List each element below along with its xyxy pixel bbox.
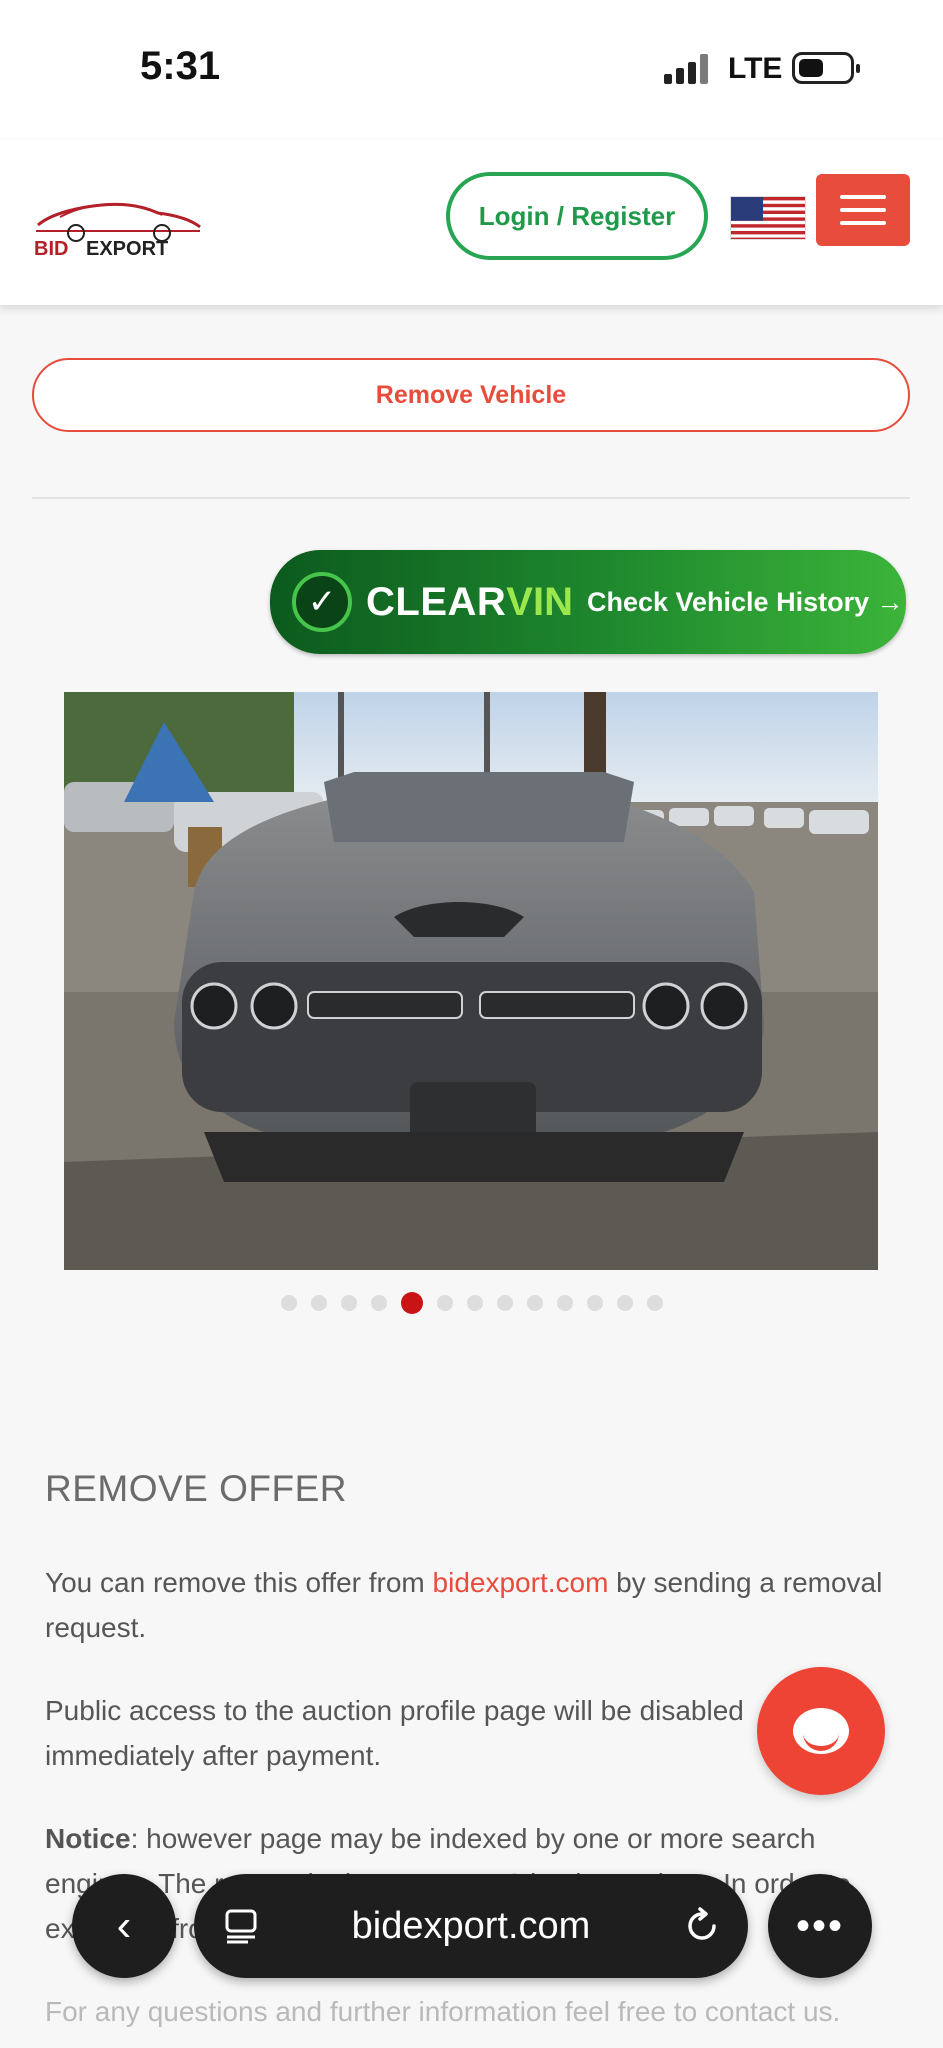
signal-icon <box>664 54 712 84</box>
svg-text:BID: BID <box>34 238 68 259</box>
gallery-dot[interactable] <box>436 1295 453 1311</box>
gallery-dot[interactable] <box>340 1295 357 1311</box>
paragraph-remove: You can remove this offer from bidexport… <box>45 1567 883 1643</box>
gallery-dot[interactable] <box>310 1295 327 1311</box>
gallery-dot[interactable] <box>646 1295 663 1311</box>
clearvin-clear-text: CLEAR <box>366 579 507 624</box>
gallery-dot[interactable] <box>466 1295 483 1311</box>
site-header: BID EXPORT Login / Register <box>0 140 943 305</box>
back-button[interactable]: ‹ <box>72 1874 176 1978</box>
status-bar: 5:31 LTE <box>0 0 943 140</box>
gallery-dot[interactable] <box>496 1295 513 1311</box>
login-register-button[interactable]: Login / Register <box>446 172 708 260</box>
clearvin-vin-text: VIN <box>506 579 573 624</box>
gallery-dot[interactable] <box>556 1295 573 1311</box>
section-title: REMOVE OFFER <box>45 1468 348 1509</box>
bid-export-logo[interactable]: BID EXPORT <box>30 195 206 260</box>
address-bar[interactable]: bidexport.com <box>194 1874 748 1978</box>
menu-button[interactable] <box>816 174 910 246</box>
gallery-dot[interactable] <box>280 1295 297 1311</box>
us-flag-icon[interactable] <box>730 196 806 240</box>
gallery-pagination <box>0 1292 943 1314</box>
clearvin-banner[interactable]: ✓ CLEAR VIN Check Vehicle History → <box>270 550 906 654</box>
paragraph-contact: For any questions and further informatio… <box>45 1996 841 2027</box>
chat-button[interactable] <box>757 1667 885 1795</box>
more-button[interactable]: ••• <box>768 1874 872 1978</box>
url-text: bidexport.com <box>351 1904 591 1947</box>
more-icon: ••• <box>795 1903 844 1948</box>
gallery-dot[interactable] <box>586 1295 603 1311</box>
notice-label: Notice <box>45 1823 131 1854</box>
clearvin-tagline: Check Vehicle History → <box>586 586 904 617</box>
bidexport-link[interactable]: bidexport.com <box>433 1567 609 1598</box>
check-icon: ✓ <box>292 572 352 632</box>
reload-icon[interactable] <box>682 1906 722 1946</box>
remove-vehicle-button[interactable]: Remove Vehicle <box>32 358 910 432</box>
vehicle-photo[interactable] <box>64 692 878 1270</box>
gallery-dot[interactable] <box>616 1295 633 1311</box>
gallery-dot-active[interactable] <box>400 1292 423 1314</box>
network-label: LTE <box>728 52 783 85</box>
svg-text:EXPORT: EXPORT <box>86 238 168 259</box>
chevron-left-icon: ‹ <box>116 1901 132 1950</box>
divider <box>32 497 910 499</box>
gallery-dot[interactable] <box>526 1295 543 1311</box>
browser-bottom-bar: ‹ bidexport.com ••• <box>0 1862 943 1986</box>
status-time: 5:31 <box>140 44 221 88</box>
battery-icon <box>792 52 860 84</box>
chat-icon <box>793 1708 849 1754</box>
gallery-dot[interactable] <box>370 1295 387 1311</box>
hamburger-icon <box>840 195 886 199</box>
